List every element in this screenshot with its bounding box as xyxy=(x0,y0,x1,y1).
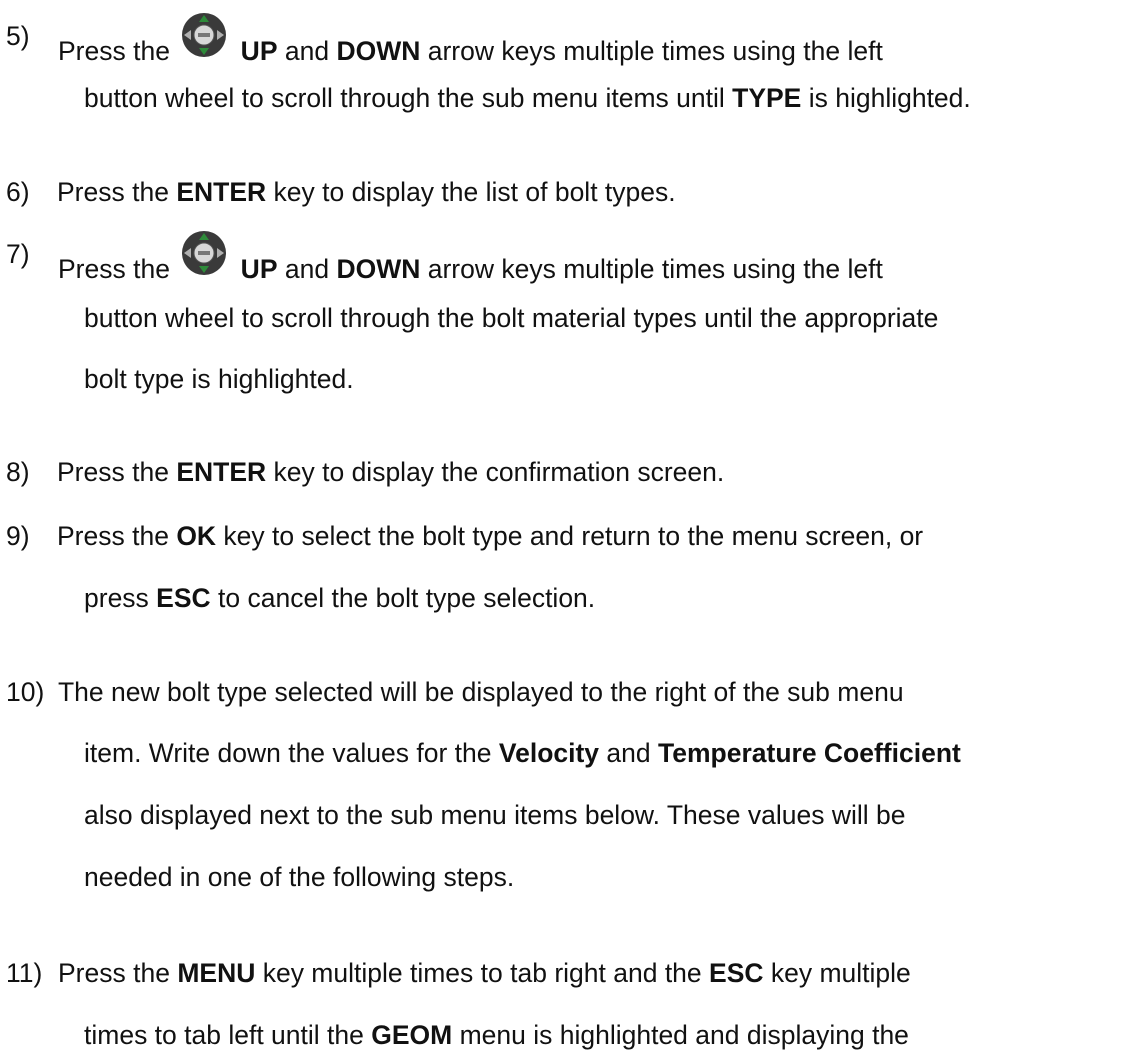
bold-keyword: ESC xyxy=(156,583,211,613)
step-text-line: Press the ENTER key to display the list … xyxy=(57,176,676,208)
step-text-line: button wheel to scroll through the sub m… xyxy=(84,82,971,114)
text-run: item. Write down the values for the xyxy=(84,738,499,768)
bold-keyword: Velocity xyxy=(498,738,600,768)
text-run: button wheel to scroll through the bolt … xyxy=(84,303,939,333)
bold-keyword: MENU xyxy=(177,958,256,988)
text-run: arrow keys multiple times using the left xyxy=(420,254,883,284)
bold-keyword: DOWN xyxy=(336,36,421,66)
text-run: key multiple xyxy=(763,958,911,988)
button-wheel-icon xyxy=(181,231,227,284)
step-number: 6) xyxy=(6,177,30,207)
step-text-line: Press the MENU key multiple times to tab… xyxy=(58,957,911,989)
bold-keyword: ESC xyxy=(709,958,764,988)
step-text-line: press ESC to cancel the bolt type select… xyxy=(84,582,595,614)
bold-keyword: ENTER xyxy=(176,457,267,487)
text-run: and xyxy=(277,254,337,284)
text-run: Press the xyxy=(57,177,177,207)
text-run: and xyxy=(277,36,337,66)
text-run: arrow keys multiple times using the left xyxy=(420,36,883,66)
step-number: 11) xyxy=(6,958,43,988)
bold-keyword: ENTER xyxy=(176,177,267,207)
text-run: The new bolt type selected will be displ… xyxy=(58,677,904,707)
bold-keyword: GEOM xyxy=(371,1020,453,1050)
step-number: 7) xyxy=(6,239,30,269)
bold-keyword: OK xyxy=(176,521,217,551)
text-run: Press the xyxy=(57,521,177,551)
bold-keyword: Temperature Coefficient xyxy=(658,738,961,768)
text-run: Press the xyxy=(58,36,178,66)
text-run: key to display the list of bolt types. xyxy=(266,177,676,207)
text-run: button wheel to scroll through the sub m… xyxy=(84,83,733,113)
bold-keyword: UP xyxy=(233,254,278,284)
text-run: key to display the confirmation screen. xyxy=(266,457,725,487)
text-run: needed in one of the following steps. xyxy=(84,862,515,892)
bold-keyword: TYPE xyxy=(732,83,802,113)
text-run: also displayed next to the sub menu item… xyxy=(84,800,906,830)
step-text-line: The new bolt type selected will be displ… xyxy=(58,676,904,708)
text-run: and xyxy=(599,738,658,768)
step-text-line: Press the UP and DOWN arrow keys multipl… xyxy=(58,231,883,285)
text-run: bolt type is highlighted. xyxy=(84,364,354,394)
text-run: Press the xyxy=(57,457,177,487)
step-text-line: times to tab left until the GEOM menu is… xyxy=(84,1019,909,1051)
step-text-line: Press the ENTER key to display the confi… xyxy=(57,456,724,488)
text-run: key multiple times to tab right and the xyxy=(255,958,710,988)
text-run: Press the xyxy=(58,958,178,988)
text-run: key to select the bolt type and return t… xyxy=(216,521,924,551)
text-run: times to tab left until the xyxy=(84,1020,372,1050)
text-run: is highlighted. xyxy=(801,83,971,113)
step-text-line: button wheel to scroll through the bolt … xyxy=(84,302,938,334)
step-number: 8) xyxy=(6,457,30,487)
button-wheel-icon xyxy=(181,13,227,66)
step-text-line: Press the UP and DOWN arrow keys multipl… xyxy=(58,13,883,67)
step-text-line: also displayed next to the sub menu item… xyxy=(84,799,905,831)
text-run: Press the xyxy=(58,254,178,284)
bold-keyword: DOWN xyxy=(336,254,421,284)
step-text-line: item. Write down the values for the Velo… xyxy=(84,737,961,769)
text-run: to cancel the bolt type selection. xyxy=(210,583,596,613)
text-run: menu is highlighted and displaying the xyxy=(452,1020,909,1050)
step-text-line: bolt type is highlighted. xyxy=(84,363,354,395)
step-text-line: needed in one of the following steps. xyxy=(84,861,514,893)
step-number: 9) xyxy=(6,521,30,551)
step-text-line: Press the OK key to select the bolt type… xyxy=(57,520,923,552)
step-number: 5) xyxy=(6,21,30,51)
text-run: press xyxy=(84,583,157,613)
step-number: 10) xyxy=(6,677,45,707)
bold-keyword: UP xyxy=(233,36,278,66)
